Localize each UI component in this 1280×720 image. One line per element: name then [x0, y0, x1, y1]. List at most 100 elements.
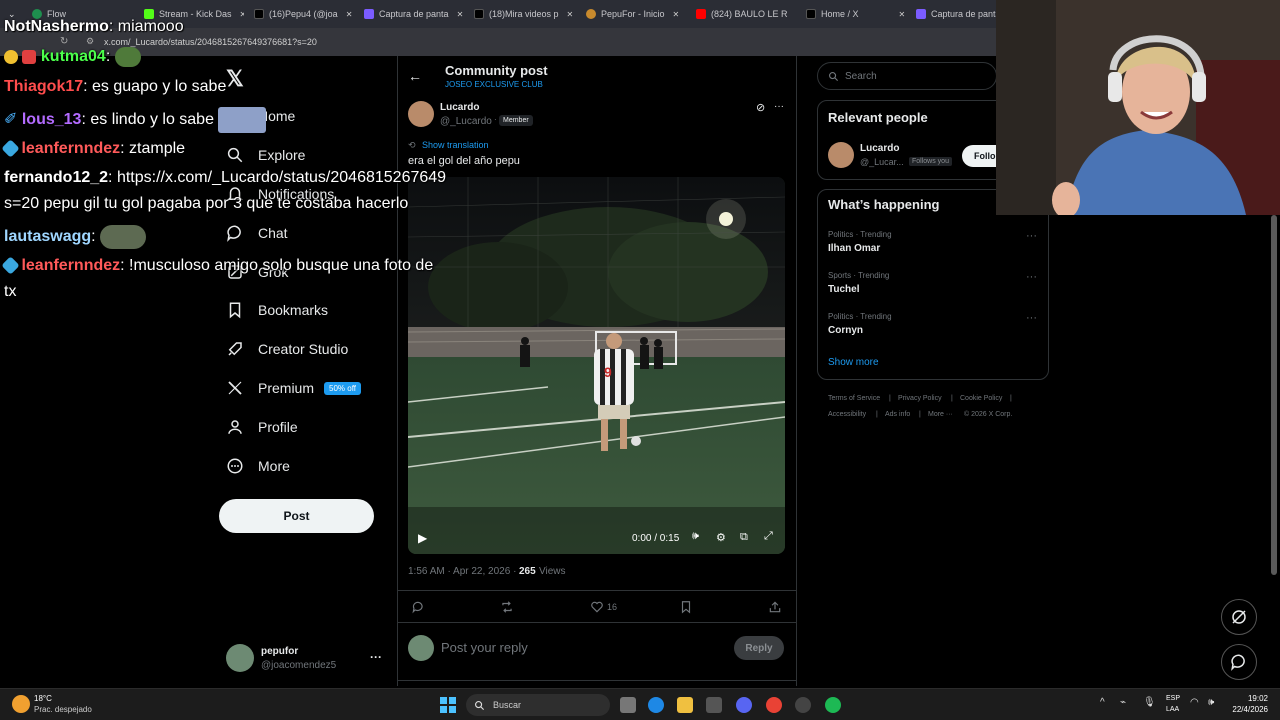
author-avatar[interactable]: [408, 101, 434, 127]
speaker-icon[interactable]: 🕪: [1208, 697, 1214, 708]
keyboard-layout[interactable]: LAA: [1166, 706, 1179, 713]
bookmark-action[interactable]: [679, 600, 693, 614]
trend-menu-icon[interactable]: ···: [1026, 230, 1037, 242]
author-handle[interactable]: @_Lucardo: [440, 116, 492, 127]
settings-icon[interactable]: ⚙: [716, 531, 726, 544]
task-view-icon[interactable]: [620, 697, 636, 713]
store-icon[interactable]: [706, 697, 722, 713]
grok-icon[interactable]: ⊘: [756, 101, 765, 114]
search-icon: [829, 71, 839, 81]
clock-date[interactable]: 22/4/2026: [1226, 705, 1268, 714]
page-scrollbar[interactable]: [1271, 215, 1277, 575]
search-input[interactable]: Search: [817, 62, 997, 90]
start-icon[interactable]: [440, 697, 456, 718]
weather-desc[interactable]: Prac. despejado: [34, 705, 92, 714]
tab-youtube[interactable]: (824) BAULO LE R✕: [696, 6, 796, 22]
taskbar-search[interactable]: Buscar: [466, 694, 610, 716]
nav-creator-studio[interactable]: Creator Studio: [226, 340, 348, 358]
tray-chevron-icon[interactable]: ^: [1100, 697, 1105, 708]
pip-icon[interactable]: ⧉: [740, 531, 748, 544]
edge-icon[interactable]: [648, 697, 664, 713]
community-name[interactable]: JOSEO EXCLUSIVE CLUB: [445, 80, 543, 89]
footer-link[interactable]: Privacy Policy: [898, 395, 942, 402]
trend-name[interactable]: Cornyn: [828, 325, 863, 336]
trend-name[interactable]: Ilhan Omar: [828, 243, 880, 254]
footer-link[interactable]: Ads info: [885, 411, 910, 418]
close-tab-icon[interactable]: ✕: [457, 10, 464, 19]
file-explorer-icon[interactable]: [677, 697, 693, 713]
tab-captura-2[interactable]: Captura de panta: [916, 6, 996, 22]
show-translation-link[interactable]: Show translation: [422, 140, 489, 150]
nav-chat[interactable]: Chat: [226, 224, 288, 242]
footer-link[interactable]: Accessibility: [828, 411, 866, 418]
post-button[interactable]: Post: [219, 499, 374, 533]
play-button-icon[interactable]: ▶: [418, 531, 427, 545]
tab-x-profile[interactable]: (16)Pepu4 (@joa ✕: [254, 6, 354, 22]
fullscreen-icon[interactable]: ⤢: [764, 530, 773, 543]
clock-time[interactable]: 19:02: [1232, 694, 1268, 703]
nav-profile[interactable]: Profile: [226, 418, 298, 436]
person-name[interactable]: Lucardo: [860, 143, 899, 154]
trend-menu-icon[interactable]: ···: [1026, 271, 1037, 283]
obs-icon[interactable]: [795, 697, 811, 713]
site-settings-icon[interactable]: ⚙: [86, 36, 94, 47]
x-logo-icon[interactable]: 𝕏: [226, 66, 244, 92]
close-tab-icon[interactable]: ✕: [346, 10, 353, 19]
like-action[interactable]: 16: [590, 600, 617, 614]
reply-input[interactable]: Post your reply: [441, 640, 528, 655]
footer-separator: |: [1010, 395, 1012, 402]
share-action[interactable]: [768, 600, 782, 614]
tab-captura-1[interactable]: Captura de panta ✕: [364, 6, 464, 22]
nav-bookmarks[interactable]: Bookmarks: [226, 301, 328, 319]
video-player[interactable]: 9 ▶ 0:00 / 0:15 🕪 ⚙ ⧉ ⤢: [408, 177, 785, 554]
spotify-icon[interactable]: [825, 697, 841, 713]
close-tab-icon[interactable]: ✕: [240, 10, 244, 19]
reply-icon: [412, 601, 423, 614]
nav-premium[interactable]: Premium 50% off: [226, 379, 361, 397]
chat-message: tx: [4, 283, 17, 300]
author-name[interactable]: Lucardo: [440, 102, 479, 113]
back-arrow-icon[interactable]: ←: [408, 68, 422, 84]
language-code[interactable]: ESP: [1166, 695, 1180, 702]
footer-link[interactable]: Terms of Service: [828, 395, 880, 402]
tab-pepufor[interactable]: PepuFor - Inicio ✕: [586, 6, 686, 22]
trend-menu-icon[interactable]: ···: [1026, 312, 1037, 324]
badge-icon: [4, 50, 18, 64]
close-tab-icon[interactable]: ✕: [673, 10, 680, 19]
person-avatar[interactable]: [828, 142, 854, 168]
tiktok-icon: [474, 9, 484, 19]
chrome-icon[interactable]: [766, 697, 782, 713]
network-icon[interactable]: ⌁: [1120, 697, 1126, 708]
close-tab-icon[interactable]: ✕: [567, 10, 574, 19]
bookmark-icon: [229, 302, 241, 319]
nav-more[interactable]: More: [226, 457, 290, 475]
weather-temp[interactable]: 18°C: [34, 694, 52, 703]
repost-action[interactable]: [500, 600, 514, 614]
footer-separator: |: [919, 411, 921, 418]
tab-tiktok[interactable]: (18)Mira videos p ✕: [474, 6, 574, 22]
account-avatar[interactable]: [226, 644, 254, 672]
grok-fab[interactable]: [1221, 599, 1257, 635]
show-more-link[interactable]: Show more: [828, 357, 879, 368]
post-timestamp[interactable]: 1:56 AM · Apr 22, 2026 ·: [408, 566, 516, 577]
post-menu-icon[interactable]: ···: [774, 101, 784, 112]
reply-action[interactable]: [411, 600, 425, 614]
wifi-icon[interactable]: ◠: [1190, 697, 1199, 708]
reload-icon[interactable]: ↻: [60, 36, 68, 47]
reply-button[interactable]: Reply: [734, 636, 784, 660]
footer-link[interactable]: Cookie Policy: [960, 395, 1002, 402]
volume-icon[interactable]: 🕪: [692, 530, 699, 543]
account-menu-icon[interactable]: ···: [370, 650, 382, 664]
person-handle[interactable]: @_Lucar...: [860, 157, 904, 167]
discord-icon[interactable]: [736, 697, 752, 713]
trend-name[interactable]: Tuchel: [828, 284, 859, 295]
close-tab-icon[interactable]: ✕: [899, 10, 906, 19]
nav-explore[interactable]: Explore: [226, 146, 305, 164]
microphone-icon[interactable]: 🎙: [1143, 697, 1156, 708]
messages-fab[interactable]: [1221, 644, 1257, 680]
url-field[interactable]: x.com/_Lucardo/status/204681526764937668…: [104, 37, 317, 47]
footer-link[interactable]: More ···: [928, 411, 953, 418]
person-icon: [228, 420, 242, 434]
tab-home-x[interactable]: Home / X ✕: [806, 6, 906, 22]
weather-icon[interactable]: [12, 695, 30, 713]
